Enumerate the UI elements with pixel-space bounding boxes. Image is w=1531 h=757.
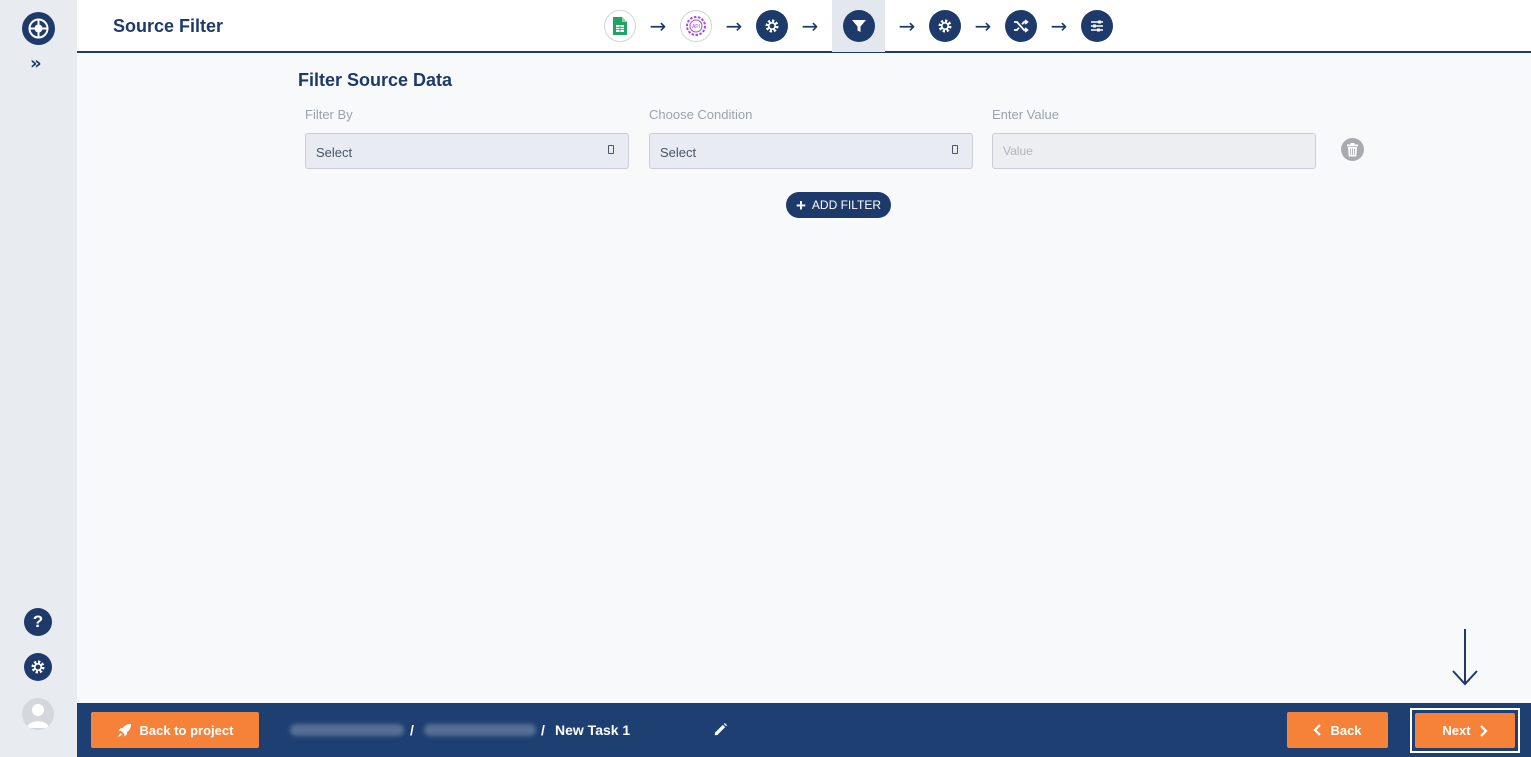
filter-by-selected-value: Select	[316, 145, 353, 160]
header: Source Filter → API → → → → →	[77, 0, 1531, 53]
page-title: Source Filter	[113, 16, 224, 36]
breadcrumb-separator: /	[410, 722, 414, 738]
dropdown-icon	[952, 145, 958, 154]
add-filter-button[interactable]: + ADD FILTER	[786, 192, 891, 218]
edit-task-name-button[interactable]	[713, 722, 728, 742]
down-arrow-indicator	[1452, 629, 1478, 686]
back-button[interactable]: Back	[1287, 712, 1388, 748]
step-filter-active[interactable]	[832, 0, 885, 52]
filter-by-select[interactable]: Select	[305, 133, 629, 169]
chevron-left-icon	[1313, 724, 1322, 736]
step-options[interactable]	[1081, 10, 1113, 42]
breadcrumb-separator: /	[541, 722, 545, 738]
next-button[interactable]: Next	[1415, 713, 1515, 748]
step-destination-settings[interactable]	[929, 10, 961, 42]
task-name: New Task 1	[555, 722, 631, 738]
sidebar: » ?	[0, 0, 77, 757]
gear-icon	[938, 19, 952, 33]
help-button[interactable]: ?	[24, 608, 52, 636]
step-api[interactable]: API	[680, 10, 712, 42]
sliders-icon	[1091, 20, 1103, 32]
step-arrow: →	[898, 14, 916, 38]
back-label: Back	[1330, 722, 1362, 738]
choose-condition-label: Choose Condition	[649, 107, 753, 122]
step-google-sheets[interactable]	[604, 10, 636, 42]
shuffle-icon	[1014, 19, 1029, 33]
next-button-highlight: Next	[1410, 708, 1520, 753]
back-to-project-button[interactable]: Back to project	[91, 712, 259, 748]
step-arrow: →	[649, 14, 667, 38]
section-title: Filter Source Data	[298, 70, 453, 90]
question-icon: ?	[32, 612, 44, 631]
step-arrow: →	[801, 14, 819, 38]
value-input[interactable]	[992, 133, 1316, 169]
dropdown-icon	[608, 145, 614, 154]
back-to-project-label: Back to project	[139, 722, 234, 738]
redacted-breadcrumb	[290, 724, 404, 736]
gear-icon	[765, 19, 779, 33]
pencil-icon	[714, 722, 728, 736]
plus-icon: +	[795, 195, 806, 215]
user-icon	[27, 704, 49, 728]
filter-icon	[851, 20, 866, 32]
expand-sidebar-button[interactable]: »	[30, 53, 42, 74]
condition-selected-value: Select	[660, 145, 697, 160]
step-arrow: →	[725, 14, 743, 38]
step-filter[interactable]	[842, 10, 875, 42]
wizard-stepper: → API → → → → →	[604, 0, 1113, 52]
next-label: Next	[1442, 723, 1471, 738]
gear-icon	[31, 660, 45, 674]
filter-by-label: Filter By	[305, 107, 353, 122]
rocket-icon	[117, 723, 131, 737]
user-avatar[interactable]	[22, 698, 54, 730]
app-logo[interactable]	[22, 12, 55, 45]
enter-value-label: Enter Value	[992, 107, 1059, 122]
delete-filter-button[interactable]	[1341, 138, 1364, 161]
settings-button[interactable]	[24, 653, 52, 681]
svg-text:API: API	[692, 24, 700, 30]
footer-bar: Back to project / / New Task 1 Back Next	[77, 703, 1531, 757]
api-icon: API	[686, 16, 706, 36]
step-source-settings[interactable]	[756, 10, 788, 42]
chevron-right-icon	[1479, 724, 1488, 737]
google-sheets-icon	[613, 17, 627, 35]
add-filter-label: ADD FILTER	[811, 198, 882, 212]
redacted-breadcrumb	[424, 724, 536, 736]
step-arrow: →	[1050, 14, 1068, 38]
step-mapping[interactable]	[1005, 10, 1037, 42]
condition-select[interactable]: Select	[649, 133, 973, 169]
trash-icon	[1347, 142, 1358, 156]
step-arrow: →	[974, 14, 992, 38]
